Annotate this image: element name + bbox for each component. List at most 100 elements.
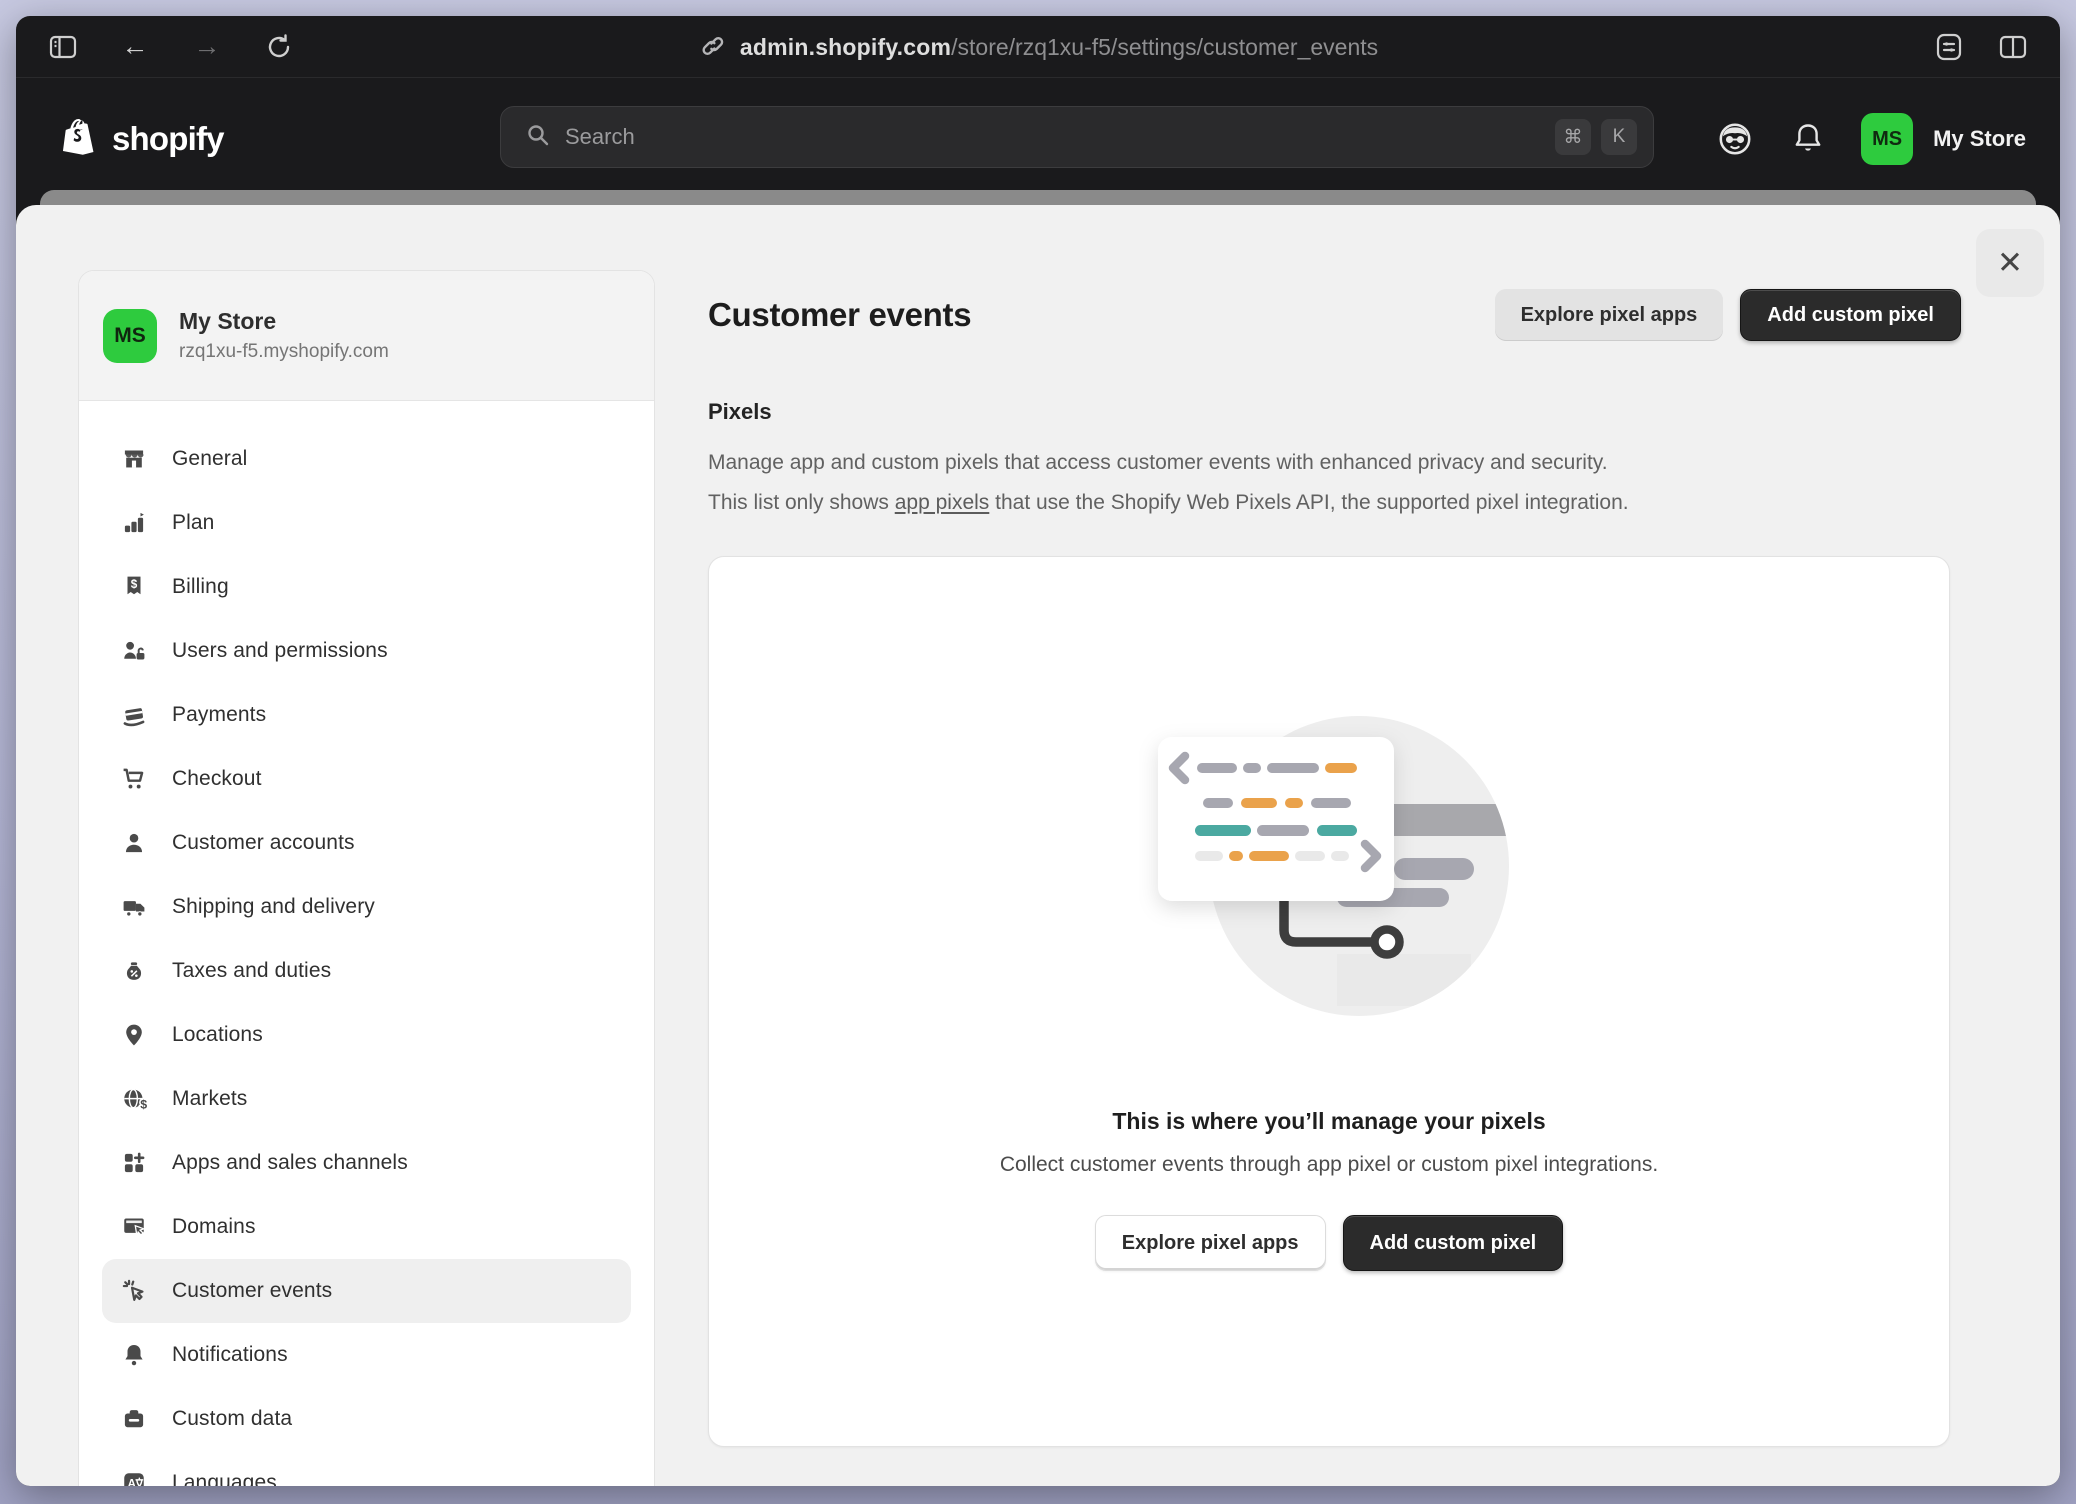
sidebar-item-users-and-permissions[interactable]: Users and permissions [102, 619, 631, 683]
settings-main: Customer events Explore pixel apps Add c… [708, 205, 1961, 1447]
browser-window: ← → admin.shopify.com/store/rzq1xu-f5/se… [16, 16, 2060, 1486]
sidebar-item-label: Apps and sales channels [172, 1151, 408, 1175]
sidebar-item-label: Customer accounts [172, 831, 355, 855]
settings-modal: ✕ MS My Store rzq1xu-f5.myshopify.com Ge… [16, 205, 2060, 1486]
cursor-click-icon [120, 1277, 148, 1305]
shopify-logo: shopify [60, 116, 224, 162]
sidebar-item-notifications[interactable]: Notifications [102, 1323, 631, 1387]
svg-text:A: A [128, 1478, 137, 1486]
store-domain: rzq1xu-f5.myshopify.com [179, 341, 389, 363]
card-hand-icon [120, 701, 148, 729]
store-avatar[interactable]: MS [1861, 113, 1913, 165]
forward-icon[interactable]: → [188, 28, 226, 66]
svg-text:$: $ [140, 1098, 147, 1112]
settings-sidebar: MS My Store rzq1xu-f5.myshopify.com Gene… [78, 270, 655, 1486]
sidebar-item-languages[interactable]: A Languages [102, 1451, 631, 1486]
shopify-topbar: shopify ⌘ K [16, 78, 2060, 200]
toolbox-icon [120, 1405, 148, 1433]
notifications-bell-icon[interactable] [1789, 120, 1827, 158]
close-button[interactable]: ✕ [1976, 229, 2044, 297]
pixels-description: Manage app and custom pixels that access… [708, 443, 1961, 523]
sidebar-item-markets[interactable]: $ Markets [102, 1067, 631, 1131]
sidebar-item-label: Taxes and duties [172, 959, 331, 983]
sidebar-item-custom-data[interactable]: Custom data [102, 1387, 631, 1451]
money-bag-percent-icon [120, 957, 148, 985]
sidebar-item-customer-events[interactable]: Customer events [102, 1259, 631, 1323]
map-pin-icon [120, 1021, 148, 1049]
search-input[interactable] [565, 124, 1545, 150]
page-title: Customer events [708, 296, 971, 334]
store-header: MS My Store rzq1xu-f5.myshopify.com [79, 271, 654, 401]
sidebar-item-label: Domains [172, 1215, 256, 1239]
back-icon[interactable]: ← [116, 28, 154, 66]
truck-icon [120, 893, 148, 921]
sidebar-item-apps-and-sales-channels[interactable]: Apps and sales channels [102, 1131, 631, 1195]
url-host: admin.shopify.com [740, 34, 951, 60]
cart-icon [120, 765, 148, 793]
user-lock-icon [120, 637, 148, 665]
sidebar-item-checkout[interactable]: Checkout [102, 747, 631, 811]
sidebar-item-label: Plan [172, 511, 214, 535]
pixels-illustration [1139, 698, 1519, 1038]
sidebar-item-taxes-and-duties[interactable]: Taxes and duties [102, 939, 631, 1003]
close-icon: ✕ [1997, 245, 2023, 281]
url-path: /store/rzq1xu-f5/settings/customer_event… [951, 34, 1378, 60]
sidebar-item-domains[interactable]: Domains [102, 1195, 631, 1259]
k-keycap: K [1601, 119, 1637, 155]
sidebar-item-plan[interactable]: Plan [102, 491, 631, 555]
globe-dollar-icon: $ [120, 1085, 148, 1113]
browser-cursor-icon [120, 1213, 148, 1241]
sidebar-toggle-icon[interactable] [44, 28, 82, 66]
link-icon [698, 31, 726, 64]
explore-pixel-apps-button[interactable]: Explore pixel apps [1495, 289, 1724, 341]
address-bar[interactable]: admin.shopify.com/store/rzq1xu-f5/settin… [698, 16, 1378, 78]
sidebar-item-label: Languages [172, 1471, 277, 1486]
store-name-label[interactable]: My Store [1933, 126, 2026, 152]
translate-icon: A [120, 1469, 148, 1486]
search-bar[interactable]: ⌘ K [500, 106, 1654, 168]
extensions-icon[interactable] [1930, 28, 1968, 66]
sidebar-item-label: Billing [172, 575, 229, 599]
sidebar-item-locations[interactable]: Locations [102, 1003, 631, 1067]
empty-state-subtitle: Collect customer events through app pixe… [1000, 1153, 1658, 1177]
storefront-icon [120, 445, 148, 473]
person-icon [120, 829, 148, 857]
bar-chart-icon [120, 509, 148, 537]
split-view-icon[interactable] [1994, 28, 2032, 66]
pixels-heading: Pixels [708, 399, 1961, 425]
add-custom-pixel-button[interactable]: Add custom pixel [1740, 289, 1961, 341]
browser-toolbar: ← → admin.shopify.com/store/rzq1xu-f5/se… [16, 16, 2060, 78]
apps-grid-plus-icon [120, 1149, 148, 1177]
sidebar-item-shipping-and-delivery[interactable]: Shipping and delivery [102, 875, 631, 939]
sidebar-item-payments[interactable]: Payments [102, 683, 631, 747]
sidebar-item-label: Checkout [172, 767, 262, 791]
command-keycap: ⌘ [1555, 119, 1591, 155]
sidebar-item-billing[interactable]: $ Billing [102, 555, 631, 619]
sidebar-item-label: Markets [172, 1087, 247, 1111]
sidekick-icon[interactable] [1715, 119, 1755, 159]
sidebar-item-label: Users and permissions [172, 639, 388, 663]
store-avatar: MS [103, 309, 157, 363]
svg-text:$: $ [131, 578, 138, 591]
pixels-empty-state-card: This is where you’ll manage your pixels … [708, 556, 1950, 1447]
reload-icon[interactable] [260, 28, 298, 66]
store-name: My Store [179, 308, 389, 335]
sidebar-item-customer-accounts[interactable]: Customer accounts [102, 811, 631, 875]
empty-state-title: This is where you’ll manage your pixels [1112, 1108, 1545, 1135]
bell-icon [120, 1341, 148, 1369]
shopify-wordmark: shopify [112, 120, 224, 158]
sidebar-item-general[interactable]: General [102, 427, 631, 491]
explore-pixel-apps-button[interactable]: Explore pixel apps [1095, 1215, 1326, 1271]
main-header: Customer events Explore pixel apps Add c… [708, 289, 1961, 341]
sidebar-item-label: Shipping and delivery [172, 895, 375, 919]
sidebar-item-label: Locations [172, 1023, 263, 1047]
add-custom-pixel-button[interactable]: Add custom pixel [1343, 1215, 1564, 1271]
sidebar-item-label: General [172, 447, 247, 471]
search-icon [525, 122, 551, 153]
sidebar-item-label: Customer events [172, 1279, 332, 1303]
app-pixels-link[interactable]: app pixels [895, 491, 990, 514]
shopify-bag-icon [60, 116, 102, 162]
settings-nav: General Plan $ Billing Users and permissions… [79, 401, 654, 1486]
sidebar-item-label: Custom data [172, 1407, 292, 1431]
sidebar-item-label: Notifications [172, 1343, 288, 1367]
